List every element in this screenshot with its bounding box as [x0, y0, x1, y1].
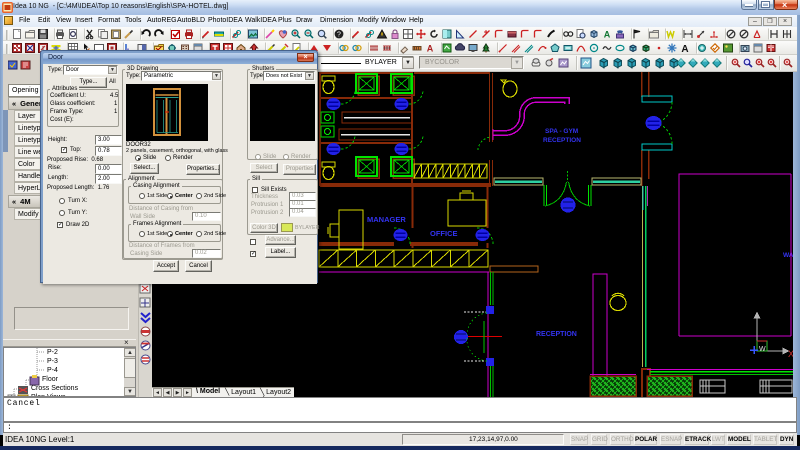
svg-text:A: A — [681, 44, 688, 55]
svg-text:RECEPTION: RECEPTION — [536, 331, 577, 338]
svg-text:A: A — [604, 30, 611, 40]
svg-text:?: ? — [337, 32, 341, 39]
svg-text:A: A — [427, 44, 434, 54]
svg-text:RECEPTION: RECEPTION — [543, 137, 581, 144]
svg-text:SPA - GYM: SPA - GYM — [545, 128, 578, 135]
svg-text:MANAGER: MANAGER — [367, 215, 406, 224]
svg-text:X: X — [788, 349, 793, 359]
svg-text:W: W — [759, 346, 766, 353]
svg-text:OFFICE: OFFICE — [430, 229, 458, 238]
